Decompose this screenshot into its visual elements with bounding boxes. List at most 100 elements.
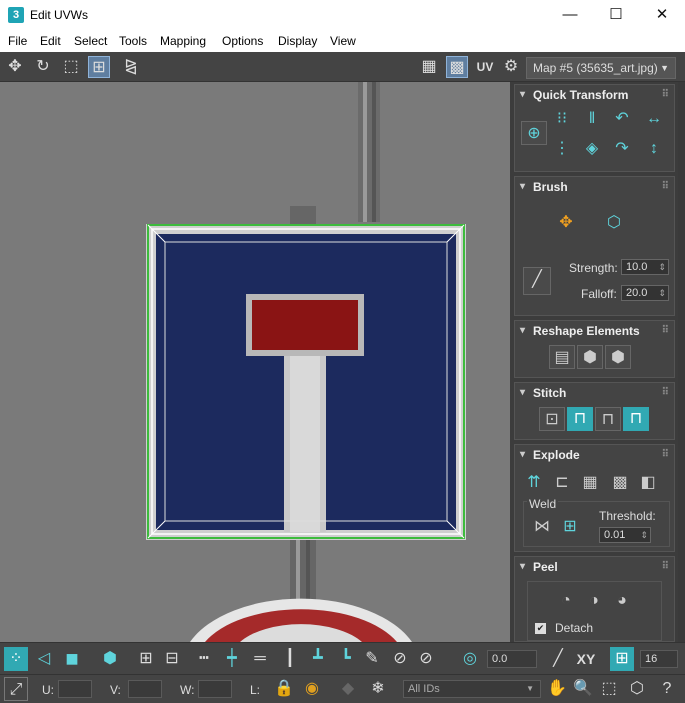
brush-rollout: Brush ✥ ⬡ ╱ Strength: 10.0 Falloff: 20.0 xyxy=(514,176,675,316)
polygon-mode-icon[interactable]: ■ xyxy=(60,647,84,671)
angle-spinner[interactable]: 0.0 xyxy=(487,650,537,668)
stitch-average-icon[interactable]: ⊓ xyxy=(595,407,621,431)
brush-header[interactable]: Brush xyxy=(515,177,674,197)
checker-pattern-icon[interactable]: ▦ xyxy=(418,56,440,78)
paint-select-icon[interactable]: ┗ xyxy=(334,647,358,671)
help-icon[interactable]: ? xyxy=(655,677,679,701)
align-diamond-icon[interactable]: ◈ xyxy=(579,137,605,161)
brush-curve-icon[interactable]: ╱ xyxy=(523,267,551,295)
vertex-mode-icon[interactable]: ⁘ xyxy=(4,647,28,671)
edge-loop-icon[interactable]: ═ xyxy=(248,647,272,671)
soft-selection-icon[interactable]: ◎ xyxy=(458,647,482,671)
uv-viewport[interactable] xyxy=(0,82,510,642)
strength-label: Strength: xyxy=(569,261,618,275)
peel-header[interactable]: Peel xyxy=(515,557,674,577)
relax-icon[interactable]: ⬢ xyxy=(577,345,603,369)
panel-scrollbar[interactable] xyxy=(678,82,685,642)
transform-type-icon[interactable]: ⤢ xyxy=(4,677,28,701)
pen-line-icon[interactable]: ╱ xyxy=(546,647,570,671)
brush-icon[interactable]: ✎ xyxy=(360,647,384,671)
relax-brush-icon[interactable]: ⬡ xyxy=(601,211,627,235)
scale-icon[interactable]: ⬚ xyxy=(60,56,82,78)
v-field[interactable] xyxy=(128,680,162,698)
shrink-selection-icon[interactable]: ⊟ xyxy=(160,647,184,671)
weld-selected-icon[interactable]: ⋈ xyxy=(529,515,555,539)
quick-transform-header[interactable]: Quick Transform xyxy=(515,85,674,105)
edge-mode-icon[interactable]: ◁ xyxy=(32,647,56,671)
space-horizontal-icon[interactable]: ↔ xyxy=(641,107,667,131)
break-icon[interactable]: ⇈ xyxy=(521,471,547,495)
menu-edit[interactable]: Edit xyxy=(40,34,61,48)
eye-icon[interactable]: ◉ xyxy=(300,677,324,701)
pan-icon[interactable]: ✋ xyxy=(545,677,569,701)
hide-icon[interactable]: ◆ xyxy=(336,677,360,701)
align-vertical-icon[interactable]: ‖ xyxy=(579,107,605,131)
flatten-by-smoothing-icon[interactable]: ▦ xyxy=(577,471,603,495)
stitch-custom-icon[interactable]: ⊡ xyxy=(539,407,565,431)
quick-peel-icon[interactable]: ◔ xyxy=(553,589,579,613)
minimize-button[interactable]: — xyxy=(547,0,593,30)
loop-icon[interactable]: ┅ xyxy=(192,647,216,671)
w-field[interactable] xyxy=(198,680,232,698)
freeform-mode-icon[interactable]: ⊞ xyxy=(88,56,110,78)
element-mode-icon[interactable]: ⬢ xyxy=(98,647,122,671)
ring-icon[interactable]: ┿ xyxy=(220,647,244,671)
flatten-by-material-icon[interactable]: ▩ xyxy=(607,471,633,495)
uv-label[interactable]: UV xyxy=(474,56,496,78)
mirror-icon[interactable]: ⧎ xyxy=(120,56,142,78)
stitch-to-target-icon[interactable]: ⊓ xyxy=(567,407,593,431)
flatten-icon[interactable]: ◧ xyxy=(635,471,661,495)
reshape-header[interactable]: Reshape Elements xyxy=(515,321,674,341)
menu-view[interactable]: View xyxy=(330,34,356,48)
u-field[interactable] xyxy=(58,680,92,698)
grid-spinner[interactable]: 16 xyxy=(640,650,678,668)
menu-file[interactable]: File xyxy=(8,34,27,48)
point-to-point-icon[interactable]: ┻ xyxy=(306,647,330,671)
rotate-cw-icon[interactable]: ↷ xyxy=(609,137,635,161)
set-pivot-icon[interactable]: ⊕ xyxy=(521,121,547,145)
menu-display[interactable]: Display xyxy=(278,34,317,48)
show-map-icon[interactable]: ▩ xyxy=(446,56,468,78)
relax-settings-icon[interactable]: ⬢ xyxy=(605,345,631,369)
move-icon[interactable]: ✥ xyxy=(4,56,26,78)
zoom-extents-icon[interactable]: ⬡ xyxy=(625,677,649,701)
lock-icon[interactable]: 🔒 xyxy=(272,677,296,701)
stitch-to-source-icon[interactable]: ⊓ xyxy=(623,407,649,431)
menu-mapping[interactable]: Mapping xyxy=(160,34,206,48)
paint-grow-icon[interactable]: ⊘ xyxy=(388,647,412,671)
menu-select[interactable]: Select xyxy=(74,34,107,48)
split-elements-icon[interactable]: ⊏ xyxy=(549,471,575,495)
explode-header[interactable]: Explode xyxy=(515,445,674,465)
snap-grid-icon[interactable]: ⊞ xyxy=(610,647,634,671)
threshold-spinner[interactable]: 0.01 xyxy=(599,527,651,543)
falloff-spinner[interactable]: 20.0 xyxy=(621,285,669,301)
weld-target-icon[interactable]: ⊞ xyxy=(557,515,583,539)
align-horizontal-icon[interactable]: ⁝⁝ xyxy=(549,107,575,131)
map-settings-icon[interactable]: ⚙ xyxy=(500,56,522,78)
detach-checkbox[interactable]: ✔ xyxy=(535,623,546,634)
strength-spinner[interactable]: 10.0 xyxy=(621,259,669,275)
paint-move-brush-icon[interactable]: ✥ xyxy=(553,211,579,235)
peel-mode-icon[interactable]: ◑ xyxy=(581,589,607,613)
map-selector[interactable]: Map #5 (35635_art.jpg) ▼ xyxy=(526,57,676,79)
rotate-ccw-icon[interactable]: ↶ xyxy=(609,107,635,131)
w-label: W: xyxy=(180,683,195,697)
zoom-region-icon[interactable]: ⬚ xyxy=(597,677,621,701)
paint-shrink-icon[interactable]: ⊘ xyxy=(414,647,438,671)
menu-tools[interactable]: Tools xyxy=(119,34,147,48)
freeze-icon[interactable]: ❄ xyxy=(366,677,390,701)
align-to-edge-icon[interactable]: ⋮ xyxy=(549,137,575,161)
maximize-button[interactable]: ☐ xyxy=(593,0,639,30)
uv-texture-canvas[interactable] xyxy=(0,82,510,642)
material-id-dropdown[interactable]: All IDs ▼ xyxy=(403,680,541,698)
straighten-icon[interactable]: ▤ xyxy=(549,345,575,369)
xy-toggle[interactable]: XY xyxy=(574,647,598,671)
grow-selection-icon[interactable]: ⊞ xyxy=(134,647,158,671)
zoom-icon[interactable]: 🔍 xyxy=(571,677,595,701)
menu-options[interactable]: Options xyxy=(222,34,263,48)
reset-peel-icon[interactable]: ◕ xyxy=(609,589,635,613)
stitch-header[interactable]: Stitch xyxy=(515,383,674,403)
space-vertical-icon[interactable]: ↕ xyxy=(641,137,667,161)
close-button[interactable]: ✕ xyxy=(639,0,685,30)
rotate-icon[interactable]: ↻ xyxy=(32,56,54,78)
